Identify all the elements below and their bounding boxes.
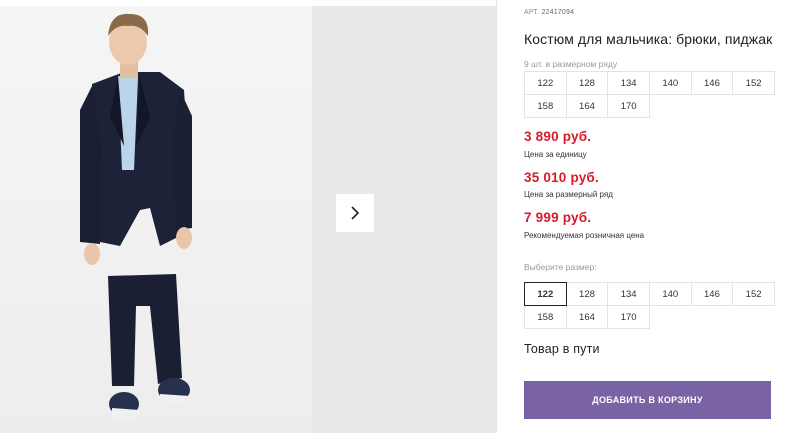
pack-size-cell: 146	[690, 71, 734, 95]
pack-size-cell: 134	[607, 71, 650, 95]
retail-price: 7 999 руб.	[524, 210, 592, 225]
size-option-158[interactable]: 158	[524, 305, 567, 329]
pack-price-caption: Цена за размерный ряд	[524, 190, 613, 199]
add-to-cart-button[interactable]: ДОБАВИТЬ В КОРЗИНУ	[524, 381, 771, 419]
size-option-134[interactable]: 134	[607, 282, 650, 306]
pack-size-cell: 152	[732, 71, 775, 95]
panel-divider	[496, 0, 497, 433]
boy-in-suit-image	[80, 13, 192, 418]
pack-size-cell: 128	[565, 71, 609, 95]
article-value: 22417094	[541, 9, 575, 16]
retail-price-caption: Рекомендуемая розничная цена	[524, 231, 645, 240]
chevron-right-icon	[351, 206, 360, 220]
product-gallery	[0, 6, 496, 433]
size-option-128[interactable]: 128	[565, 282, 609, 306]
article-number: АРТ. 22417094	[524, 9, 574, 16]
size-option-140[interactable]: 140	[648, 282, 692, 306]
pack-size-cell: 140	[648, 71, 692, 95]
product-title: Костюм для мальчика: брюки, пиджак	[524, 31, 773, 47]
size-option-170[interactable]: 170	[607, 305, 650, 329]
unit-price-caption: Цена за единицу	[524, 150, 587, 159]
size-selector: 122 128 134 140 146 152 158 164 170	[524, 282, 775, 329]
size-option-164[interactable]: 164	[565, 305, 609, 329]
pack-size-cell: 170	[607, 94, 650, 118]
article-label: АРТ.	[524, 9, 540, 16]
product-photo[interactable]	[0, 6, 312, 433]
gallery-next-button[interactable]	[336, 194, 374, 232]
unit-price: 3 890 руб.	[524, 129, 592, 144]
size-option-146[interactable]: 146	[690, 282, 734, 306]
pack-size-cell: 122	[524, 71, 567, 95]
pack-price: 35 010 руб.	[524, 170, 599, 185]
choose-size-label: Выберите размер:	[524, 262, 597, 272]
pack-size-cell: 158	[524, 94, 567, 118]
pack-size-cell: 164	[565, 94, 609, 118]
size-option-152[interactable]: 152	[732, 282, 775, 306]
pack-size-grid: 122 128 134 140 146 152 158 164 170	[524, 71, 775, 118]
pack-note: 9 шт. в размерном ряду	[524, 59, 618, 69]
size-option-122[interactable]: 122	[524, 282, 567, 306]
availability-status: Товар в пути	[524, 342, 600, 356]
